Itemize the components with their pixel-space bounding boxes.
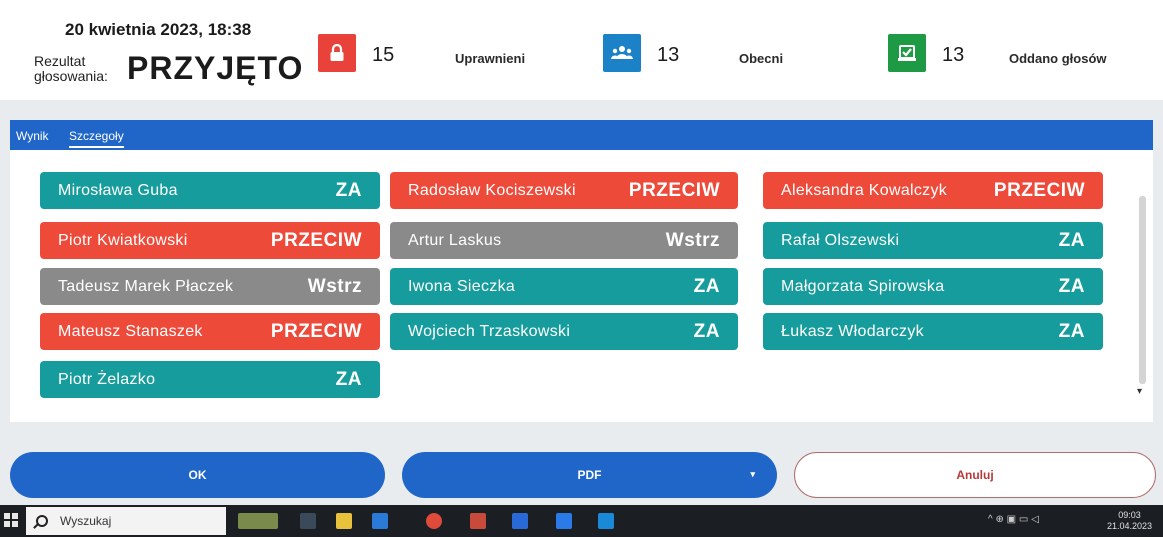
- clock-time: 09:03: [1118, 510, 1141, 520]
- vote-card: Radosław Kociszewski PRZECIW: [390, 172, 738, 209]
- voter-name: Iwona Sieczka: [408, 277, 516, 295]
- vote-value: ZA: [693, 275, 720, 297]
- taskbar-clock[interactable]: 09:03 21.04.2023: [1107, 510, 1152, 532]
- ok-button-label: OK: [188, 468, 207, 482]
- stat-eligible-label: Uprawnieni: [455, 51, 526, 66]
- result-label: Rezultat głosowania:: [34, 53, 108, 84]
- result-value: PRZYJĘTO: [127, 50, 304, 86]
- vote-value: ZA: [1058, 229, 1085, 251]
- stat-present: 13 Obecni: [603, 34, 853, 72]
- tab-details[interactable]: Szczegoły: [69, 129, 124, 148]
- vote-value: ZA: [1058, 275, 1085, 297]
- vote-card: Rafał Olszewski ZA: [763, 222, 1103, 259]
- stat-present-label: Obecni: [739, 51, 784, 66]
- voter-name: Małgorzata Spirowska: [781, 277, 945, 295]
- stat-eligible: 15 Uprawnieni: [318, 34, 568, 72]
- tab-bar: Wynik Szczegoły: [10, 120, 1153, 150]
- stat-votes-cast-label: Oddano głosów: [1009, 51, 1107, 66]
- vote-value: PRZECIW: [270, 229, 362, 251]
- vote-value: ZA: [335, 179, 362, 201]
- vote-card: Mirosława Guba ZA: [40, 172, 380, 209]
- chrome-icon[interactable]: [426, 513, 442, 529]
- cancel-button-label: Anuluj: [956, 468, 994, 482]
- stat-present-count: 13: [657, 44, 680, 66]
- vote-card: Piotr Kwiatkowski PRZECIW: [40, 222, 380, 259]
- vote-card: Artur Laskus Wstrz: [390, 222, 738, 259]
- voter-name: Piotr Kwiatkowski: [58, 231, 188, 249]
- voter-name: Rafał Olszewski: [781, 231, 900, 249]
- stat-votes-cast: 13 Oddano głosów: [888, 34, 1148, 72]
- ok-button[interactable]: OK: [10, 452, 385, 498]
- tray-icons[interactable]: ^ ⊕ ▣ ▭ ◁: [988, 514, 1039, 525]
- search-icon: [36, 515, 48, 527]
- lock-icon: [318, 34, 356, 72]
- vote-summary-header: 20 kwietnia 2023, 18:38 Rezultat głosowa…: [0, 0, 1163, 100]
- users-icon: [603, 34, 641, 72]
- voter-name: Mateusz Stanaszek: [58, 322, 203, 340]
- voter-name: Wojciech Trzaskowski: [408, 322, 571, 340]
- voter-name: Łukasz Włodarczyk: [781, 322, 924, 340]
- vote-value: Wstrz: [665, 229, 720, 251]
- pdf-button[interactable]: PDF ▾: [402, 452, 777, 498]
- vote-card: Łukasz Włodarczyk ZA: [763, 313, 1103, 350]
- vote-value: PRZECIW: [270, 320, 362, 342]
- ballot-check-icon: [888, 34, 926, 72]
- vote-card: Wojciech Trzaskowski ZA: [390, 313, 738, 350]
- vote-card: Mateusz Stanaszek PRZECIW: [40, 313, 380, 350]
- taskbar-weather-icon[interactable]: [238, 513, 278, 529]
- taskbar-app-icon[interactable]: [470, 513, 486, 529]
- vertical-scrollbar[interactable]: [1139, 196, 1146, 384]
- vote-details-panel: Mirosława Guba ZA Radosław Kociszewski PRZE…: [10, 150, 1153, 422]
- taskbar-search-placeholder: Wyszukaj: [60, 514, 112, 528]
- windows-start-icon[interactable]: [4, 513, 18, 527]
- voter-name: Aleksandra Kowalczyk: [781, 181, 948, 199]
- voter-name: Tadeusz Marek Płaczek: [58, 277, 234, 295]
- vote-card: Małgorzata Spirowska ZA: [763, 268, 1103, 305]
- file-explorer-icon[interactable]: [336, 513, 352, 529]
- vote-value: Wstrz: [307, 275, 362, 297]
- vote-value: PRZECIW: [628, 179, 720, 201]
- windows-taskbar: Wyszukaj ^ ⊕ ▣ ▭ ◁: [0, 505, 1163, 537]
- tab-result[interactable]: Wynik: [16, 129, 49, 143]
- vote-card: Aleksandra Kowalczyk PRZECIW: [763, 172, 1103, 209]
- vote-datetime: 20 kwietnia 2023, 18:38: [65, 20, 252, 39]
- cancel-button[interactable]: Anuluj: [794, 452, 1156, 498]
- task-view-icon[interactable]: [300, 513, 316, 529]
- vote-value: PRZECIW: [993, 179, 1085, 201]
- voter-name: Piotr Żelazko: [58, 370, 156, 388]
- vote-value: ZA: [335, 368, 362, 390]
- vote-card: Tadeusz Marek Płaczek Wstrz: [40, 268, 380, 305]
- stat-eligible-count: 15: [372, 44, 395, 66]
- vote-card: Piotr Żelazko ZA: [40, 361, 380, 398]
- taskbar-app-icon[interactable]: [598, 513, 614, 529]
- voter-name: Mirosława Guba: [58, 181, 178, 199]
- stat-votes-cast-count: 13: [942, 44, 965, 66]
- vote-value: ZA: [1058, 320, 1085, 342]
- vote-card: Iwona Sieczka ZA: [390, 268, 738, 305]
- clock-date: 21.04.2023: [1107, 521, 1153, 531]
- taskbar-app-icon[interactable]: [556, 513, 572, 529]
- scroll-down-icon[interactable]: ▾: [1137, 386, 1142, 397]
- voter-name: Radosław Kociszewski: [408, 181, 576, 199]
- chevron-down-icon[interactable]: ▾: [750, 469, 755, 480]
- word-icon[interactable]: [512, 513, 528, 529]
- vote-value: ZA: [693, 320, 720, 342]
- taskbar-search[interactable]: Wyszukaj: [26, 507, 226, 535]
- pdf-button-label: PDF: [577, 468, 602, 482]
- voter-name: Artur Laskus: [408, 231, 502, 249]
- mail-icon[interactable]: [372, 513, 388, 529]
